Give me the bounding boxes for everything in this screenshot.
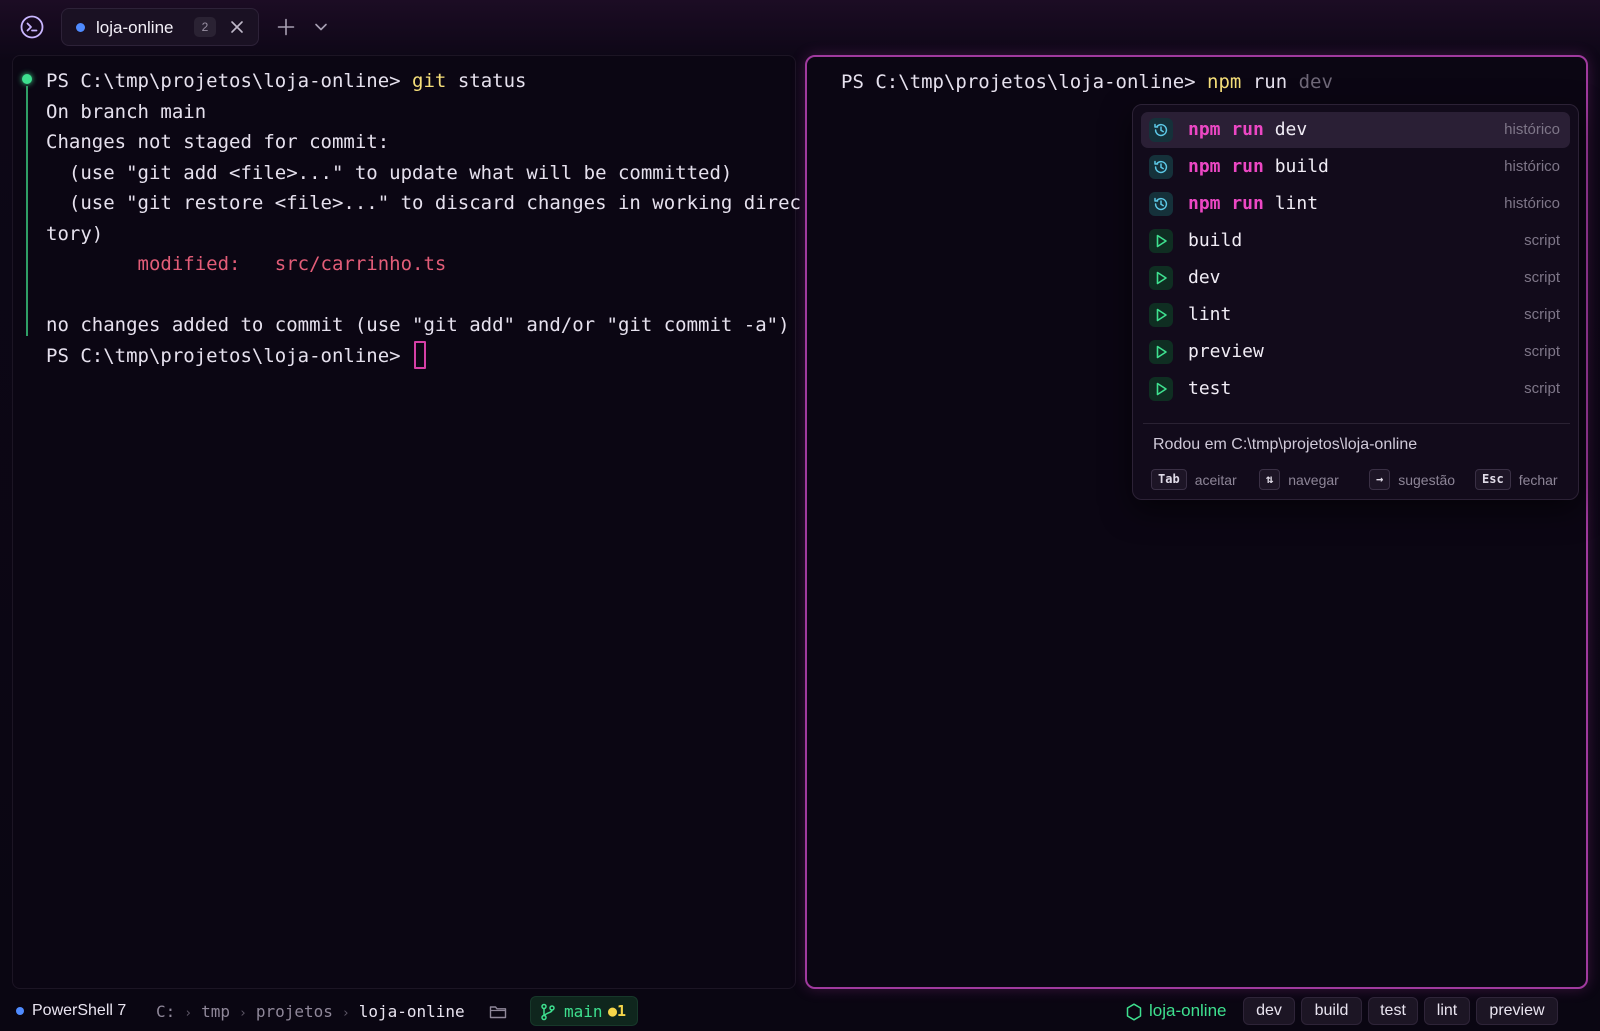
suggestion-item[interactable]: lint script [1141, 297, 1570, 333]
play-icon [1149, 266, 1173, 290]
shell-name[interactable]: PowerShell 7 [32, 1002, 126, 1020]
plus-icon[interactable] [277, 18, 295, 36]
suggestion-item[interactable]: build script [1141, 223, 1570, 259]
terminal-input-line[interactable]: PS C:\tmp\projetos\loja-online> npm run … [841, 67, 1333, 98]
hint-suggestion: → sugestão [1369, 469, 1455, 491]
tab-status-dot [76, 23, 85, 32]
tab-title: loja-online [96, 18, 174, 37]
terminal-line: PS C:\tmp\projetos\loja-online> git stat… [46, 70, 527, 92]
nodejs-icon [1126, 1003, 1142, 1021]
folder-icon[interactable] [489, 1004, 507, 1020]
breadcrumb-item[interactable]: C: [156, 1002, 175, 1021]
chevron-down-icon[interactable] [314, 20, 328, 34]
text-cursor [414, 340, 427, 369]
terminal-line: PS C:\tmp\projetos\loja-online> [46, 340, 801, 372]
hint-close: Esc fechar [1475, 469, 1558, 491]
history-icon [1149, 192, 1173, 216]
project-name[interactable]: loja-online [1149, 1001, 1227, 1021]
breadcrumb-item[interactable]: tmp [201, 1002, 230, 1021]
chevron-right-icon: › [239, 1006, 247, 1021]
history-icon [1149, 118, 1173, 142]
shell-status-dot [16, 1007, 24, 1015]
terminal-output: PS C:\tmp\projetos\loja-online> git stat… [46, 66, 801, 371]
hint-navigate: ⇅ navegar [1259, 469, 1339, 491]
play-icon [1149, 303, 1173, 327]
history-icon [1149, 155, 1173, 179]
script-chip-preview[interactable]: preview [1476, 997, 1558, 1025]
suggestion-item[interactable]: npm run lint histórico [1141, 186, 1570, 222]
popup-divider [1143, 423, 1570, 424]
suggestion-item[interactable]: npm run dev histórico [1141, 112, 1570, 148]
suggestion-item[interactable]: preview script [1141, 334, 1570, 370]
terminal-line: no changes added to commit (use "git add… [46, 314, 790, 336]
suggestion-item[interactable]: npm run build histórico [1141, 149, 1570, 185]
title-bar: loja-online 2 [0, 0, 1600, 54]
play-icon [1149, 229, 1173, 253]
play-icon [1149, 340, 1173, 364]
popup-context-text: Rodou em C:\tmp\projetos\loja-online [1153, 436, 1418, 453]
script-chip-lint[interactable]: lint [1424, 997, 1470, 1025]
autocomplete-popup: npm run dev histórico npm run build hist… [1132, 104, 1579, 500]
terminal-line-modified: modified: src/carrinho.ts [46, 253, 447, 275]
command-block-gutter [26, 86, 28, 336]
terminal-line: Changes not staged for commit: [46, 131, 390, 153]
tab-loja-online[interactable]: loja-online 2 [61, 8, 259, 46]
script-chip-test[interactable]: test [1368, 997, 1418, 1025]
terminal-line: tory) [46, 222, 104, 245]
terminal-line: (use "git restore <file>..." to discard … [46, 192, 801, 214]
status-bar: PowerShell 7 C: › tmp › projetos › loja-online… [0, 993, 1600, 1031]
close-icon[interactable] [230, 20, 244, 34]
breadcrumb-item[interactable]: loja-online [359, 1002, 465, 1021]
script-chip-build[interactable]: build [1301, 997, 1362, 1025]
suggestion-item[interactable]: dev script [1141, 260, 1570, 296]
suggestion-item[interactable]: test script [1141, 371, 1570, 407]
chevron-right-icon: › [341, 1006, 350, 1021]
git-branch-icon [541, 1003, 555, 1021]
play-icon [1149, 377, 1173, 401]
git-branch-badge[interactable]: main ●1 [530, 996, 638, 1026]
hint-accept: Tab aceitar [1151, 469, 1237, 491]
git-changes-count: ●1 [608, 1002, 627, 1020]
terminal-line: (use "git add <file>..." to update what … [46, 161, 733, 184]
breadcrumb-item[interactable]: projetos [256, 1002, 333, 1021]
git-branch-name: main [564, 1002, 603, 1021]
terminal-app-icon [20, 15, 44, 39]
terminal-pane-left[interactable]: PS C:\tmp\projetos\loja-online> git stat… [12, 55, 801, 989]
script-chip-dev[interactable]: dev [1243, 997, 1295, 1025]
chevron-right-icon: › [184, 1006, 193, 1021]
breadcrumb: C: › tmp › projetos › loja-online [156, 1002, 465, 1021]
ghost-suggestion: dev [1298, 71, 1333, 93]
terminal-line: On branch main [46, 100, 207, 123]
tab-pane-count-badge: 2 [194, 17, 216, 37]
command-status-marker [22, 74, 32, 84]
